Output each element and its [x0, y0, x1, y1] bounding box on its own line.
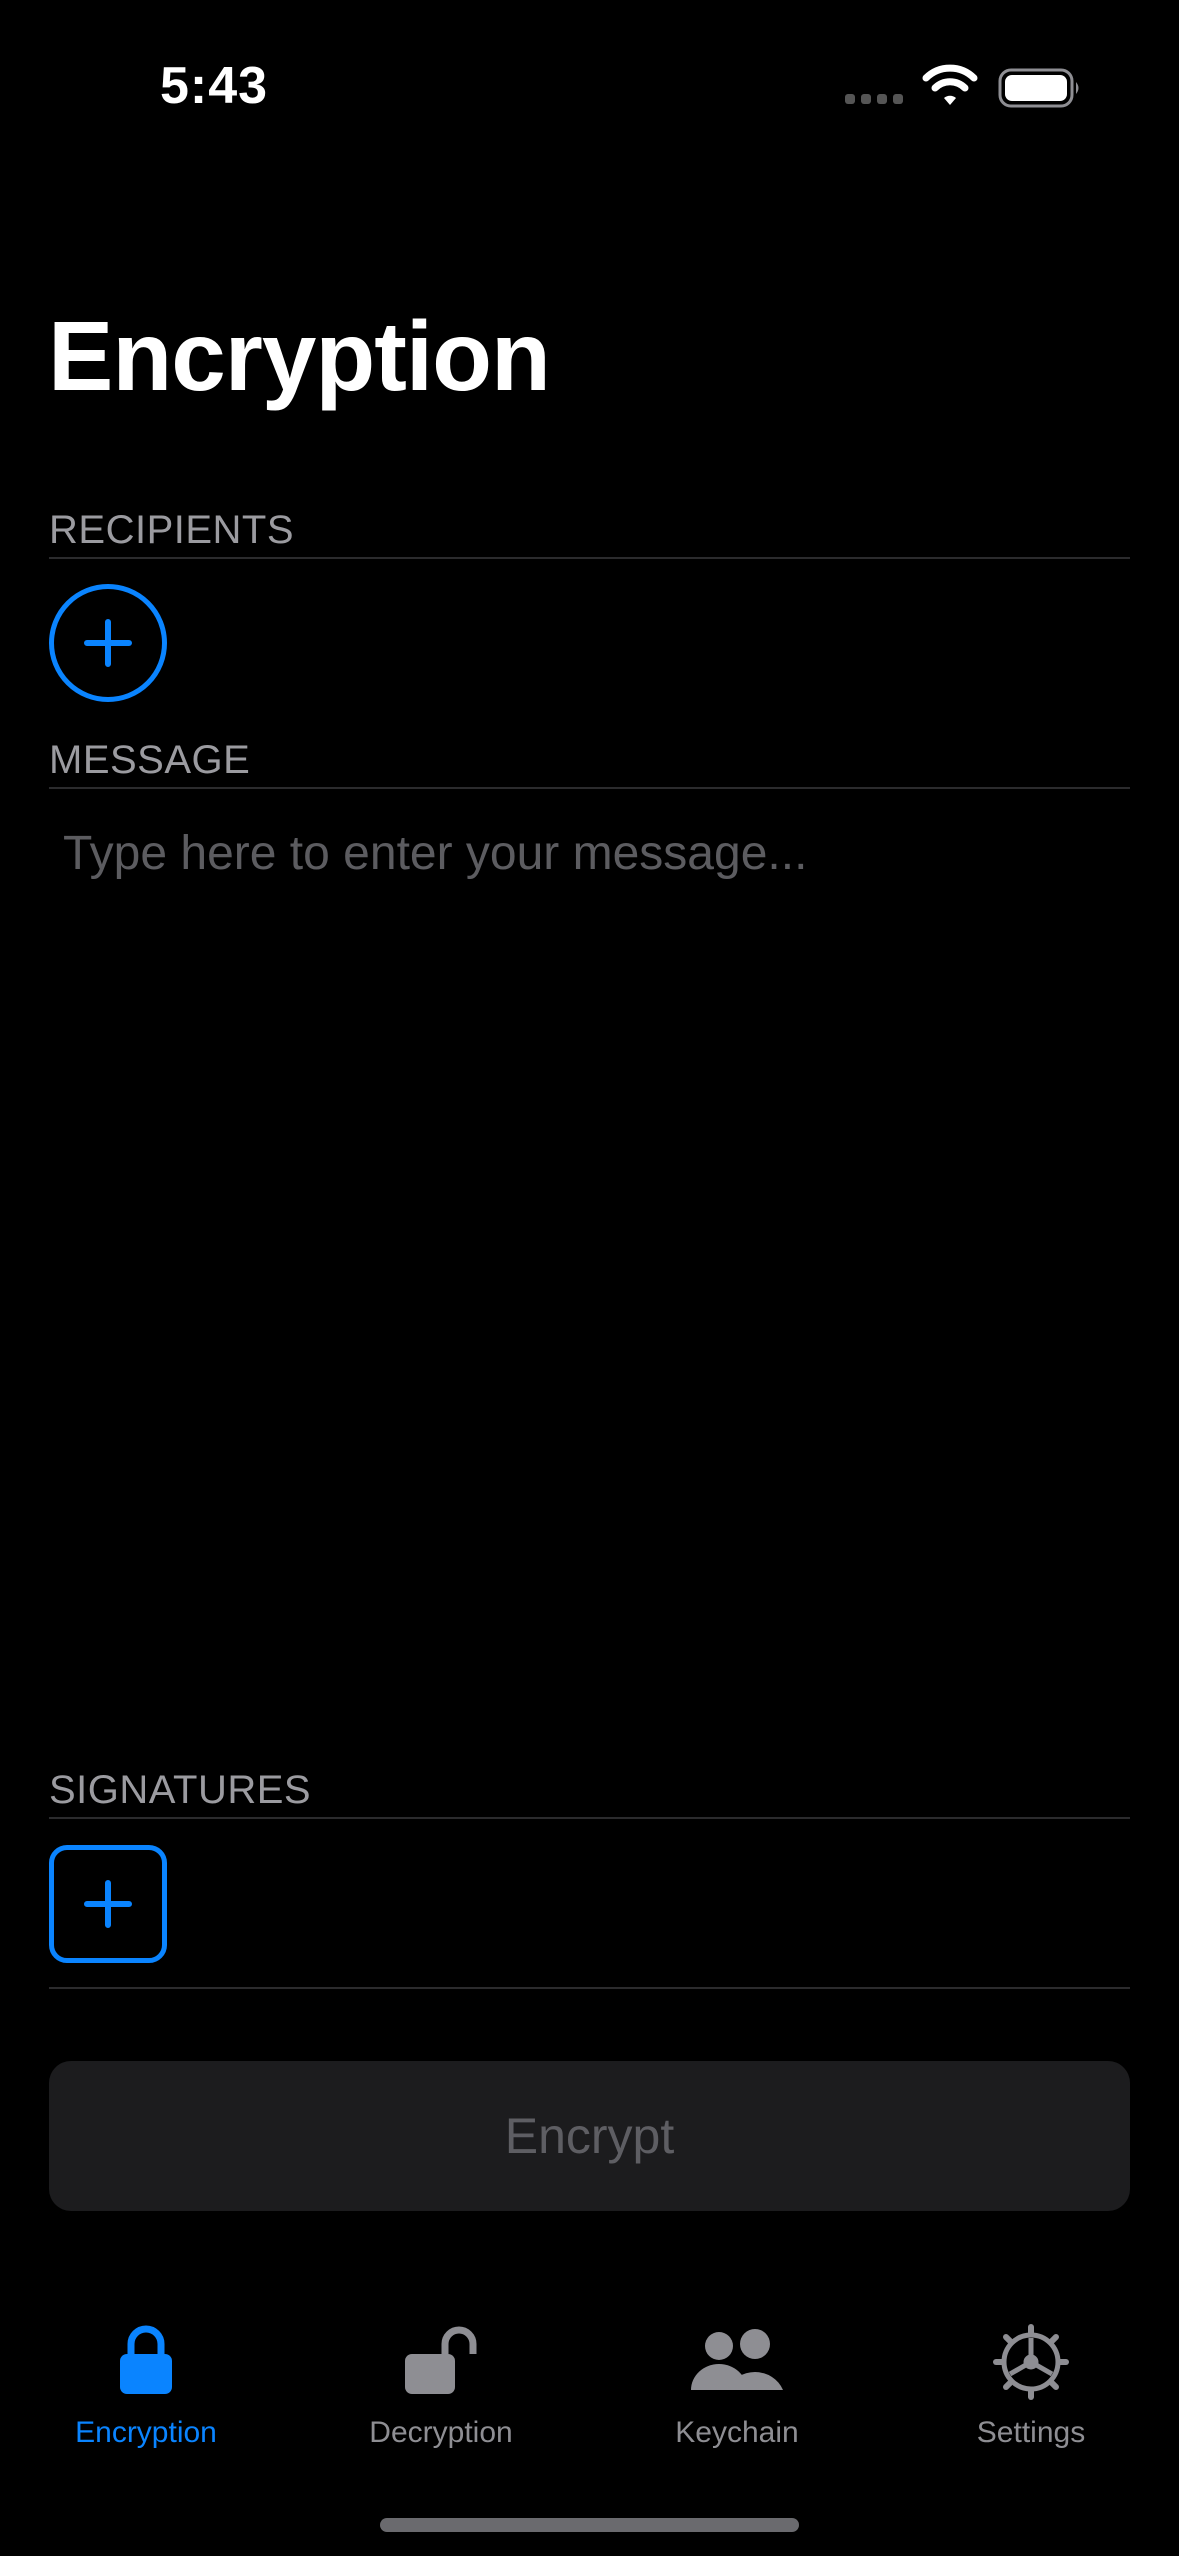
- tab-label: Settings: [976, 2416, 1086, 2449]
- recipients-divider: [49, 557, 1130, 559]
- message-label: MESSAGE: [49, 738, 251, 782]
- gear-icon: [993, 2324, 1069, 2400]
- tab-label: Keychain: [675, 2416, 799, 2449]
- add-recipient-button[interactable]: [49, 584, 167, 702]
- tab-label: Decryption: [369, 2416, 513, 2449]
- plus-icon: [84, 1880, 132, 1928]
- encrypt-button[interactable]: Encrypt: [49, 2061, 1130, 2211]
- cellular-signal-icon: [845, 94, 905, 106]
- tab-encryption[interactable]: Encryption: [16, 2310, 276, 2460]
- signatures-divider: [49, 1817, 1130, 1819]
- add-signature-button[interactable]: [49, 1845, 167, 1963]
- status-bar: 5:43: [0, 0, 1179, 150]
- tab-label: Encryption: [75, 2416, 217, 2449]
- home-indicator: [380, 2518, 799, 2532]
- recipients-label: RECIPIENTS: [49, 508, 295, 552]
- signatures-label: SIGNATURES: [49, 1768, 312, 1812]
- battery-icon: [998, 68, 1079, 108]
- tab-settings[interactable]: Settings: [901, 2310, 1161, 2460]
- signatures-bottom-divider: [49, 1987, 1130, 1989]
- wifi-icon: [922, 64, 978, 105]
- people-icon: [691, 2329, 783, 2390]
- message-divider: [49, 787, 1130, 789]
- page-title: Encryption: [48, 301, 551, 411]
- unlock-icon: [405, 2326, 477, 2394]
- message-input[interactable]: [49, 810, 1130, 1750]
- tab-keychain[interactable]: Keychain: [607, 2310, 867, 2460]
- plus-icon: [84, 619, 132, 667]
- tab-decryption[interactable]: Decryption: [311, 2310, 571, 2460]
- tab-bar: Encryption Decryption Keychain Settings: [0, 2310, 1179, 2460]
- status-time: 5:43: [160, 57, 269, 115]
- lock-icon: [120, 2325, 172, 2394]
